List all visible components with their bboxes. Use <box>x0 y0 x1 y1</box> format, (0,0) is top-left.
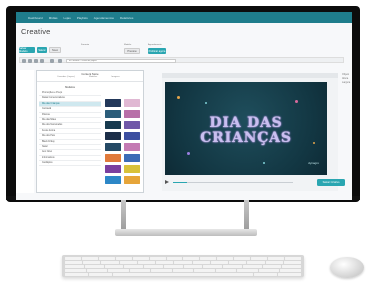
template-thumb[interactable] <box>105 143 121 151</box>
timeline-track[interactable] <box>173 182 293 183</box>
page-title: Creative <box>21 27 51 36</box>
model-label: Modelo <box>124 44 132 46</box>
stand-leg-left <box>121 200 126 232</box>
editor-bar <box>162 73 338 78</box>
timeline-bar: Salvar Criativo <box>165 179 345 186</box>
canvas-title-line2[interactable]: CRIANÇAS <box>165 130 327 146</box>
tab-layers[interactable]: Camadas (Layers) <box>57 76 75 78</box>
timeline-progress <box>173 182 187 183</box>
canvas-title-line1[interactable]: DIA DAS <box>165 115 327 131</box>
save-button[interactable]: Salvar <box>37 47 47 53</box>
template-grid <box>105 99 141 191</box>
schedule-label: Agendamento <box>148 44 162 46</box>
layers-icon[interactable] <box>58 59 62 63</box>
nav-item-playlists[interactable]: Playlists <box>77 16 88 20</box>
nav-item-reports[interactable]: Relatórios <box>120 16 134 20</box>
template-thumb[interactable] <box>105 121 121 129</box>
zoom-icon[interactable] <box>50 59 54 63</box>
content-store-panel: Content Store Camadas (Layers) Modelos I… <box>36 70 144 193</box>
template-thumb[interactable] <box>124 132 140 140</box>
category-menu: Modelos Promoções e Preço Datas Comemora… <box>39 85 101 167</box>
add-icon[interactable] <box>34 59 38 63</box>
template-thumb[interactable] <box>124 154 140 162</box>
tab-images[interactable]: Imagens <box>111 76 119 78</box>
page-header: Creative <box>16 23 352 40</box>
app-screen: Dashboard Mídias Lojas Playlists Agendam… <box>16 12 352 200</box>
stand-leg-right <box>244 200 249 232</box>
nav-item-media[interactable]: Mídias <box>49 16 58 20</box>
play-icon[interactable] <box>165 180 169 184</box>
publish-now-button[interactable]: Publicar agora <box>148 48 166 54</box>
design-canvas[interactable]: DIA DAS CRIANÇAS dynagro <box>165 82 327 175</box>
format-label: Formato <box>81 44 90 46</box>
new-button[interactable]: Novo <box>49 47 61 53</box>
main-toolbar: Formato Modelo Agendamento Salvar Modelo… <box>16 44 352 55</box>
save-creative-button[interactable]: Salvar Criativo <box>317 179 345 186</box>
canvas-brand-logo: dynagro <box>308 161 319 165</box>
template-thumb[interactable] <box>124 165 140 173</box>
confetti-shape <box>187 152 190 155</box>
properties-panel: Objeto Altura Largura <box>342 73 352 191</box>
preview-button[interactable]: Preview <box>124 48 140 54</box>
nav-item-dashboard[interactable]: Dashboard <box>28 16 43 20</box>
template-thumb[interactable] <box>124 99 140 107</box>
top-navigation: Dashboard Mídias Lojas Playlists Agendam… <box>16 12 352 23</box>
template-thumb[interactable] <box>124 143 140 151</box>
confetti-shape <box>295 100 298 103</box>
mouse <box>330 257 364 278</box>
confetti-shape <box>205 102 207 104</box>
confetti-shape <box>177 96 180 99</box>
left-gutter <box>16 70 34 193</box>
path-input[interactable] <box>66 59 176 63</box>
nav-item-stores[interactable]: Lojas <box>64 16 71 20</box>
keyboard <box>62 255 304 277</box>
template-thumb[interactable] <box>105 99 121 107</box>
template-thumb[interactable] <box>105 165 121 173</box>
confetti-shape <box>263 162 265 164</box>
template-thumb[interactable] <box>105 132 121 140</box>
template-thumb[interactable] <box>124 110 140 118</box>
template-thumb[interactable] <box>105 110 121 118</box>
undo-icon[interactable] <box>22 59 26 63</box>
edit-toolbar <box>19 57 344 63</box>
menu-item[interactable]: Cardápios <box>39 161 101 167</box>
template-thumb[interactable] <box>105 154 121 162</box>
property-label: Largura <box>342 81 351 84</box>
content-store-tabs: Camadas (Layers) Modelos Imagens <box>57 76 120 78</box>
template-thumb[interactable] <box>124 121 140 129</box>
template-thumb[interactable] <box>105 176 121 184</box>
nav-item-schedules[interactable]: Agendamentos <box>94 16 114 20</box>
tab-models[interactable]: Modelos <box>89 76 97 78</box>
redo-icon[interactable] <box>28 59 32 63</box>
template-thumb[interactable] <box>124 176 140 184</box>
editor-area: DIA DAS CRIANÇAS dynagro Salvar Criativo <box>162 73 345 191</box>
delete-icon[interactable] <box>40 59 44 63</box>
save-model-button[interactable]: Salvar Modelo <box>19 47 35 53</box>
stand-base <box>115 229 257 236</box>
